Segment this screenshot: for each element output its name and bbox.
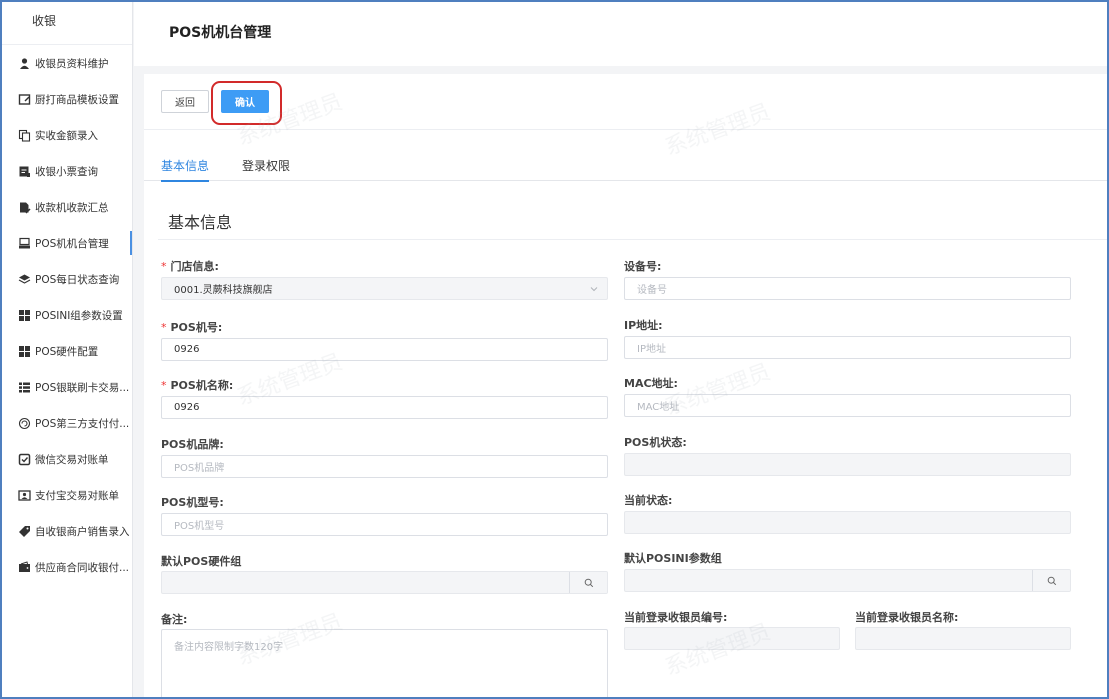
- sidebar-item-12[interactable]: 支付宝交易对账单: [2, 477, 132, 513]
- page-title: POS机机台管理: [169, 25, 272, 41]
- sidebar-item-label: POS每日状态查询: [35, 273, 120, 286]
- sidebar-item-5[interactable]: POS机机台管理: [2, 225, 132, 261]
- hw-group-search-button[interactable]: [569, 572, 607, 593]
- id-card-icon: [18, 489, 31, 502]
- copy-icon: [18, 129, 31, 142]
- sidebar-item-label: 实收金额录入: [35, 129, 98, 142]
- mac-label: MAC地址:: [624, 377, 678, 390]
- layers-icon: [18, 273, 31, 286]
- sidebar-item-label: POS硬件配置: [35, 345, 99, 358]
- sidebar-item-0[interactable]: 收银员资料维护: [2, 45, 132, 81]
- tab-bar: 基本信息 登录权限: [144, 146, 1107, 182]
- user-icon: [18, 57, 31, 70]
- check-square-icon: [18, 453, 31, 466]
- required-mark: *: [161, 379, 167, 392]
- ini-group-search-button[interactable]: [1032, 570, 1070, 591]
- refresh-circle-icon: [18, 417, 31, 430]
- device-no-input[interactable]: 设备号: [624, 277, 1071, 300]
- sidebar-item-label: POS银联刷卡交易...: [35, 381, 130, 394]
- chevron-down-icon: [590, 287, 598, 292]
- sidebar-item-13[interactable]: 自收银商户销售录入: [2, 513, 132, 549]
- cashier-no-label: 当前登录收银员编号:: [624, 611, 728, 624]
- sidebar-item-label: 支付宝交易对账单: [35, 489, 119, 502]
- required-mark: *: [161, 260, 167, 273]
- sidebar-menu: 收银员资料维护 厨打商品模板设置 实收金额录入 收银小票查询 收款机收款汇总 POS机机台…: [2, 45, 132, 585]
- sidebar-item-label: 微信交易对账单: [35, 453, 109, 466]
- store-select-value: 0001.灵蕨科技旗舰店: [174, 285, 273, 296]
- tab-basic-info[interactable]: 基本信息: [161, 157, 210, 182]
- section-title: 基本信息: [168, 213, 233, 232]
- pos-name-label: * POS机名称:: [161, 379, 234, 392]
- sidebar-item-label: 收银员资料维护: [35, 57, 109, 70]
- list-icon: [18, 381, 31, 394]
- pos-no-label: * POS机号:: [161, 321, 223, 334]
- sidebar-item-14[interactable]: 供应商合同收银付...: [2, 549, 132, 585]
- model-label: POS机型号:: [161, 496, 224, 509]
- sidebar-header: 收银: [2, 2, 132, 45]
- sidebar-item-label: 供应商合同收银付...: [35, 561, 130, 574]
- sidebar-item-6[interactable]: POS每日状态查询: [2, 261, 132, 297]
- document-edit-icon: [18, 201, 31, 214]
- cashier-no-field: [624, 627, 840, 650]
- ini-group-label: 默认POSINI参数组: [624, 552, 722, 565]
- grid-icon: [18, 309, 31, 322]
- hw-group-label: 默认POS硬件组: [161, 555, 242, 568]
- brand-input[interactable]: POS机品牌: [161, 455, 608, 478]
- ip-label: IP地址:: [624, 319, 663, 332]
- search-icon: [1047, 576, 1056, 585]
- sidebar: 收银 收银员资料维护 厨打商品模板设置 实收金额录入 收银小票查询 收款机收款汇总 POS…: [2, 2, 133, 697]
- store-label: * 门店信息:: [161, 260, 219, 273]
- grid-icon: [18, 345, 31, 358]
- page-header: POS机机台管理: [134, 2, 1107, 66]
- confirm-button[interactable]: 确认: [221, 90, 269, 113]
- current-status-field: [624, 511, 1071, 534]
- pos-name-input[interactable]: 0926: [161, 396, 608, 419]
- store-select[interactable]: 0001.灵蕨科技旗舰店: [161, 277, 608, 300]
- pos-status-label: POS机状态:: [624, 436, 687, 449]
- remark-label: 备注:: [161, 613, 188, 626]
- sidebar-item-11[interactable]: 微信交易对账单: [2, 441, 132, 477]
- sidebar-item-8[interactable]: POS硬件配置: [2, 333, 132, 369]
- sidebar-item-7[interactable]: POSINI组参数设置: [2, 297, 132, 333]
- sidebar-item-label: 收银小票查询: [35, 165, 98, 178]
- sidebar-item-label: 自收银商户销售录入: [35, 525, 130, 538]
- cashier-name-label: 当前登录收银员名称:: [855, 611, 959, 624]
- device-no-label: 设备号:: [624, 260, 662, 273]
- cashier-name-field: [855, 627, 1071, 650]
- sidebar-item-label: 厨打商品模板设置: [35, 93, 119, 106]
- pos-terminal-icon: [18, 237, 31, 250]
- sidebar-item-2[interactable]: 实收金额录入: [2, 117, 132, 153]
- sidebar-item-3[interactable]: 收银小票查询: [2, 153, 132, 189]
- receipt-icon: [18, 165, 31, 178]
- brand-label: POS机品牌:: [161, 438, 224, 451]
- search-icon: [584, 578, 593, 587]
- remark-textarea[interactable]: 备注内容限制字数120字: [161, 629, 608, 699]
- pos-no-input[interactable]: 0926: [161, 338, 608, 361]
- sidebar-item-9[interactable]: POS银联刷卡交易...: [2, 369, 132, 405]
- tab-login-permission[interactable]: 登录权限: [242, 157, 290, 174]
- ip-input[interactable]: IP地址: [624, 336, 1071, 359]
- sidebar-item-label: POS机机台管理: [35, 237, 109, 250]
- model-input[interactable]: POS机型号: [161, 513, 608, 536]
- sidebar-item-label: 收款机收款汇总: [35, 201, 109, 214]
- back-button[interactable]: 返回: [161, 90, 209, 113]
- section-divider: [158, 239, 1107, 240]
- sidebar-item-10[interactable]: POS第三方支付付...: [2, 405, 132, 441]
- ini-group-input[interactable]: [624, 569, 1071, 592]
- pos-status-field: [624, 453, 1071, 476]
- hw-group-input[interactable]: [161, 571, 608, 594]
- required-mark: *: [161, 321, 167, 334]
- template-icon: [18, 93, 31, 106]
- wallet-icon: [18, 560, 31, 574]
- sidebar-item-label: POS第三方支付付...: [35, 417, 130, 430]
- main-panel: 返回 确认 基本信息 登录权限 基本信息 * 门店信息: 0001.灵蕨科技旗舰店…: [144, 74, 1107, 699]
- tag-icon: [18, 525, 31, 538]
- mac-input[interactable]: MAC地址: [624, 394, 1071, 417]
- sidebar-item-4[interactable]: 收款机收款汇总: [2, 189, 132, 225]
- current-status-label: 当前状态:: [624, 494, 673, 507]
- sidebar-item-label: POSINI组参数设置: [35, 309, 123, 322]
- toolbar: 返回 确认: [144, 74, 1107, 130]
- sidebar-item-1[interactable]: 厨打商品模板设置: [2, 81, 132, 117]
